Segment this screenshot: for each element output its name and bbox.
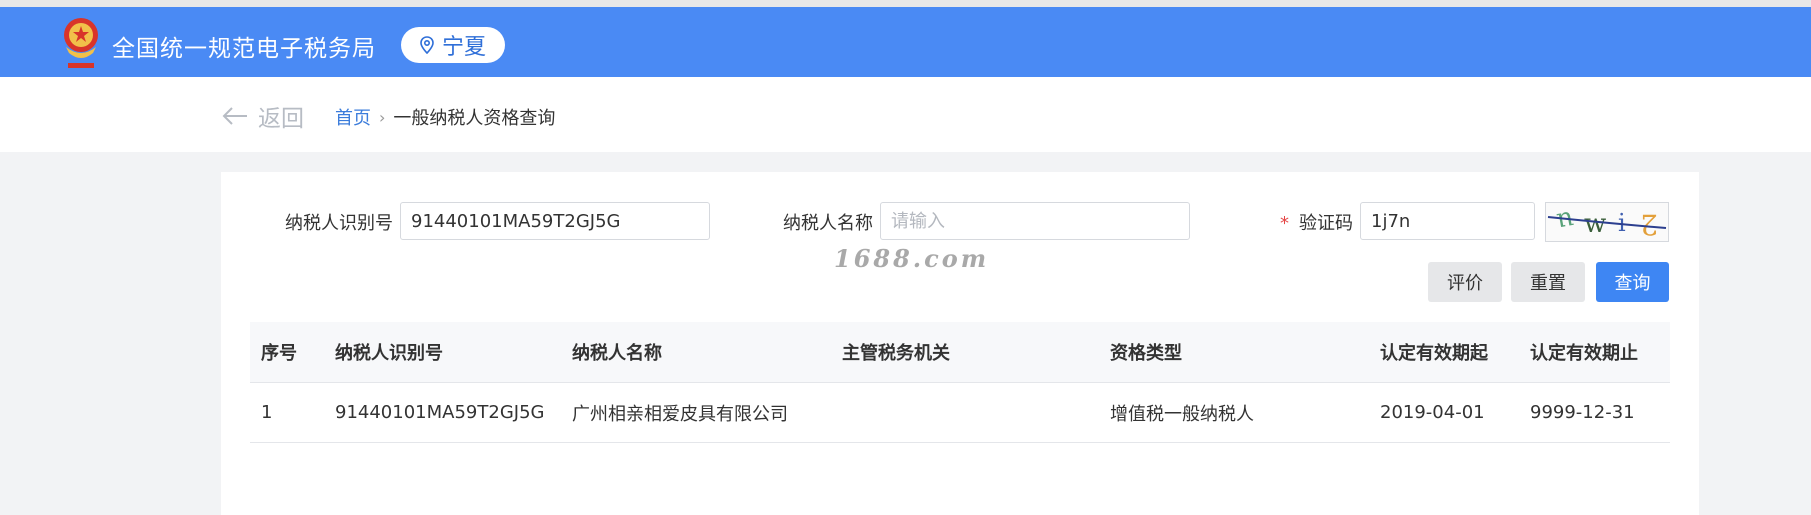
table-row: 1 91440101MA59T2GJ5G 广州相亲相爱皮具有限公司 增值税一般纳… [250, 383, 1670, 443]
tax-emblem-icon [64, 18, 98, 68]
region-selector[interactable]: 宁夏 [401, 27, 505, 63]
header-cell-valid-to: 认定有效期止 [1530, 343, 1638, 364]
captcha-label: 验证码 [1299, 213, 1353, 234]
cell-taxpayer-name: 广州相亲相爱皮具有限公司 [572, 403, 788, 425]
breadcrumb: 首页 › 一般纳税人资格查询 [335, 104, 555, 130]
taxpayer-name-input[interactable] [880, 202, 1190, 240]
breadcrumb-current: 一般纳税人资格查询 [393, 108, 556, 129]
region-label: 宁夏 [441, 35, 486, 60]
back-button[interactable]: 返回 [222, 99, 304, 133]
result-table: 序号 纳税人识别号 纳税人名称 主管税务机关 资格类型 认定有效期起 认定有效期… [250, 322, 1670, 443]
location-pin-icon [420, 36, 434, 54]
site-header: 全国统一规范电子税务局 宁夏 [0, 7, 1811, 77]
cell-index: 1 [261, 402, 273, 423]
cell-valid-to: 9999-12-31 [1530, 402, 1635, 423]
svg-text:w: w [1584, 209, 1606, 239]
arrow-left-icon [222, 107, 247, 125]
captcha-input[interactable] [1360, 202, 1535, 240]
watermark-text: 1688.com [834, 244, 990, 273]
query-button[interactable]: 查询 [1596, 262, 1669, 302]
taxpayer-id-label: 纳税人识别号 [285, 213, 393, 234]
site-title: 全国统一规范电子税务局 [112, 36, 376, 62]
header-cell-qualification-type: 资格类型 [1110, 343, 1182, 364]
svg-text:2: 2 [1640, 208, 1658, 241]
header-cell-tax-authority: 主管税务机关 [842, 343, 950, 364]
header-cell-taxpayer-id: 纳税人识别号 [335, 343, 443, 364]
breadcrumb-home-link[interactable]: 首页 [335, 104, 371, 130]
header-cell-taxpayer-name: 纳税人名称 [572, 343, 662, 364]
cell-qualification-type: 增值税一般纳税人 [1110, 403, 1254, 425]
reset-button[interactable]: 重置 [1511, 262, 1585, 302]
header-cell-valid-from: 认定有效期起 [1380, 343, 1488, 364]
table-header: 序号 纳税人识别号 纳税人名称 主管税务机关 资格类型 认定有效期起 认定有效期… [250, 322, 1670, 383]
cell-valid-from: 2019-04-01 [1380, 402, 1485, 423]
evaluate-button[interactable]: 评价 [1428, 262, 1502, 302]
header-cell-index: 序号 [261, 343, 297, 364]
svg-text:u: u [1554, 205, 1576, 237]
browser-top-strip [0, 0, 1811, 7]
nav-bar: 返回 首页 › 一般纳税人资格查询 [0, 77, 1811, 152]
captcha-image[interactable]: u w i 2 [1545, 202, 1669, 242]
breadcrumb-separator: › [379, 107, 386, 127]
cell-taxpayer-id: 91440101MA59T2GJ5G [335, 402, 545, 423]
back-label: 返回 [258, 106, 304, 132]
taxpayer-name-label: 纳税人名称 [783, 213, 873, 234]
taxpayer-id-input[interactable] [400, 202, 710, 240]
required-mark: * [1280, 213, 1289, 234]
captcha-label-group: * 验证码 [1280, 209, 1353, 235]
